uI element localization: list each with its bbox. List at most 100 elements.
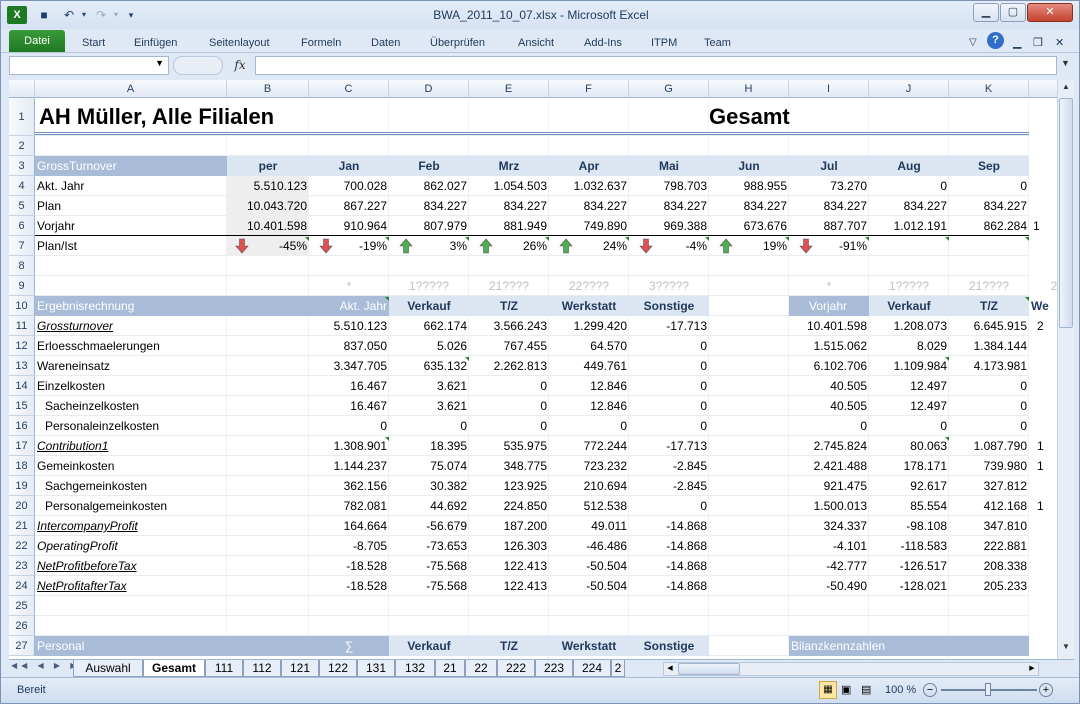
month-header[interactable]: Jan bbox=[309, 156, 389, 176]
value-cell[interactable]: 772.244 bbox=[549, 436, 629, 456]
value-cell[interactable]: 8.029 bbox=[869, 336, 949, 356]
row-header-5[interactable]: 5 bbox=[9, 196, 35, 216]
row-header-20[interactable]: 20 bbox=[9, 496, 35, 516]
value-cell[interactable]: 867.227 bbox=[309, 196, 389, 216]
overflow-cell[interactable] bbox=[1031, 336, 1057, 356]
ergebnis-column-header[interactable]: Akt. Jahr bbox=[227, 296, 389, 316]
value-cell[interactable]: 40.505 bbox=[789, 376, 869, 396]
value-cell[interactable]: 1.087.790 bbox=[949, 436, 1029, 456]
column-header-c[interactable]: C bbox=[309, 80, 389, 98]
value-cell[interactable]: 0 bbox=[629, 376, 709, 396]
value-cell[interactable]: 2.262.813 bbox=[469, 356, 549, 376]
sheet-tab[interactable]: 111 bbox=[205, 660, 243, 677]
scroll-left-icon[interactable]: ◀ bbox=[664, 663, 676, 675]
ergebnis-column-header[interactable]: Verkauf bbox=[389, 296, 469, 316]
name-box-dropdown-icon[interactable]: ▼ bbox=[155, 58, 164, 68]
value-cell[interactable]: 12.497 bbox=[869, 396, 949, 416]
value-cell[interactable]: 12.846 bbox=[549, 396, 629, 416]
column-code[interactable]: 21???? bbox=[469, 276, 549, 296]
row-header-12[interactable]: 12 bbox=[9, 336, 35, 356]
overflow-cell[interactable] bbox=[1031, 576, 1057, 596]
value-cell[interactable]: 662.174 bbox=[389, 316, 469, 336]
value-cell[interactable]: 324.337 bbox=[789, 516, 869, 536]
value-cell[interactable]: 1.012.191 bbox=[869, 216, 949, 236]
row-header-23[interactable]: 23 bbox=[9, 556, 35, 576]
value-cell[interactable]: -14.868 bbox=[629, 556, 709, 576]
value-cell[interactable]: -75.568 bbox=[389, 576, 469, 596]
value-cell[interactable]: 0 bbox=[789, 416, 869, 436]
column-code[interactable]: 3????? bbox=[629, 276, 709, 296]
overflow-cell[interactable]: 1 bbox=[1029, 216, 1057, 236]
value-cell[interactable]: 1.032.637 bbox=[549, 176, 629, 196]
row-label[interactable]: Vorjahr bbox=[35, 216, 227, 236]
value-cell[interactable]: 749.890 bbox=[549, 216, 629, 236]
value-cell[interactable]: 0 bbox=[949, 376, 1029, 396]
sheet-tab[interactable]: 224 bbox=[573, 660, 611, 677]
value-cell[interactable]: 1.500.013 bbox=[789, 496, 869, 516]
value-cell[interactable]: 30.382 bbox=[389, 476, 469, 496]
value-cell[interactable]: 12.846 bbox=[549, 376, 629, 396]
zoom-out-icon[interactable]: − bbox=[923, 683, 937, 697]
value-cell[interactable]: 635.132 bbox=[389, 356, 469, 376]
overflow-cell[interactable] bbox=[1031, 416, 1057, 436]
row-header-27[interactable]: 27 bbox=[9, 636, 35, 656]
value-cell[interactable]: 535.975 bbox=[469, 436, 549, 456]
overflow-cell[interactable] bbox=[1031, 356, 1057, 376]
ergebnis-column-header[interactable]: Vorjahr bbox=[789, 296, 869, 316]
row-header-1[interactable]: 1 bbox=[9, 98, 35, 136]
column-header-d[interactable]: D bbox=[389, 80, 469, 98]
value-cell[interactable]: 739.980 bbox=[949, 456, 1029, 476]
ergebnis-column-header[interactable]: Verkauf bbox=[869, 296, 949, 316]
value-cell[interactable]: -2.845 bbox=[629, 476, 709, 496]
tab-team[interactable]: Team bbox=[704, 33, 731, 53]
personal-header[interactable]: Personal bbox=[35, 636, 227, 656]
value-cell[interactable]: 798.703 bbox=[629, 176, 709, 196]
value-cell[interactable]: 64.570 bbox=[549, 336, 629, 356]
value-cell[interactable]: -14.868 bbox=[629, 576, 709, 596]
sheet-tab[interactable]: 22 bbox=[465, 660, 497, 677]
value-cell[interactable]: -18.528 bbox=[227, 576, 389, 596]
row-header-4[interactable]: 4 bbox=[9, 176, 35, 196]
value-cell[interactable]: 807.979 bbox=[389, 216, 469, 236]
value-cell[interactable]: 837.050 bbox=[227, 336, 389, 356]
row-header-2[interactable]: 2 bbox=[9, 136, 35, 156]
tab-add-ins[interactable]: Add-Ins bbox=[584, 33, 622, 53]
value-cell[interactable]: -17.713 bbox=[629, 436, 709, 456]
value-cell[interactable]: 3.347.705 bbox=[227, 356, 389, 376]
row-header-3[interactable]: 3 bbox=[9, 156, 35, 176]
value-cell[interactable]: 834.227 bbox=[709, 196, 789, 216]
scroll-down-icon[interactable]: ▼ bbox=[1059, 642, 1073, 656]
value-cell[interactable]: 208.338 bbox=[949, 556, 1029, 576]
value-cell[interactable]: 969.388 bbox=[629, 216, 709, 236]
value-cell[interactable]: 0 bbox=[629, 396, 709, 416]
horizontal-scrollbar[interactable]: ◀ ▶ bbox=[663, 662, 1039, 676]
row-header-21[interactable]: 21 bbox=[9, 516, 35, 536]
value-cell[interactable]: 0 bbox=[629, 356, 709, 376]
row-header-9[interactable]: 9 bbox=[9, 276, 35, 296]
month-header[interactable]: Aug bbox=[869, 156, 949, 176]
row-header-13[interactable]: 13 bbox=[9, 356, 35, 376]
value-cell[interactable]: 887.707 bbox=[789, 216, 869, 236]
personal-header[interactable]: Verkauf bbox=[389, 636, 469, 656]
row-header-19[interactable]: 19 bbox=[9, 476, 35, 496]
value-cell[interactable]: -98.108 bbox=[869, 516, 949, 536]
close-button[interactable]: ✕ bbox=[1027, 3, 1073, 22]
overflow-cell[interactable] bbox=[1031, 376, 1057, 396]
value-cell[interactable]: 327.812 bbox=[949, 476, 1029, 496]
row-header-16[interactable]: 16 bbox=[9, 416, 35, 436]
overflow-cell[interactable]: 1 bbox=[1031, 456, 1057, 476]
insert-function-icon[interactable]: fx bbox=[227, 56, 253, 75]
ergebnis-column-header[interactable]: Sonstige bbox=[629, 296, 709, 316]
value-cell[interactable]: 16.467 bbox=[227, 376, 389, 396]
value-cell[interactable]: -50.504 bbox=[549, 556, 629, 576]
ergebnis-column-header[interactable]: We bbox=[1031, 296, 1057, 316]
overflow-cell[interactable]: 2 bbox=[1031, 316, 1057, 336]
overflow-cell[interactable]: 1 bbox=[1031, 436, 1057, 456]
value-cell[interactable]: 0 bbox=[869, 416, 949, 436]
month-header[interactable]: Sep bbox=[949, 156, 1029, 176]
month-header[interactable]: per bbox=[227, 156, 309, 176]
value-cell[interactable]: 0 bbox=[869, 176, 949, 196]
month-header[interactable]: Apr bbox=[549, 156, 629, 176]
sheet-tab[interactable]: 132 bbox=[395, 660, 435, 677]
sheet-tab[interactable]: 121 bbox=[281, 660, 319, 677]
